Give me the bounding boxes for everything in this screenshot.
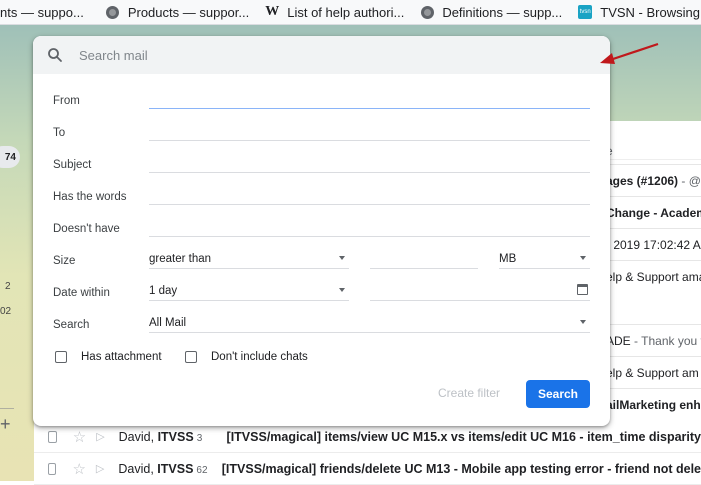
bookmark-item[interactable]: W List of help authori... <box>265 4 405 20</box>
email-sender: David, ITVSS 62 <box>118 461 208 476</box>
email-row-partial[interactable]: ADE - Thank you fo <box>606 334 701 348</box>
star-icon[interactable]: ☆ <box>73 428 86 446</box>
has-attachment-label: Has attachment <box>81 351 162 363</box>
bookmark-item[interactable]: tvsn TVSN - Browsing D... <box>578 5 701 20</box>
dont-include-chats-checkbox[interactable] <box>185 351 197 363</box>
subject-label: Subject <box>53 159 92 171</box>
label-count: 2 <box>5 281 11 292</box>
doesnt-have-label: Doesn't have <box>53 223 120 235</box>
divider <box>0 408 14 409</box>
advanced-search-dialog: From To Subject Has the words Doesn't ha… <box>33 36 610 426</box>
search-button[interactable]: Search <box>526 380 590 408</box>
globe-icon <box>420 5 434 19</box>
globe-icon <box>106 5 120 19</box>
bookmark-label: Definitions — supp... <box>442 4 563 20</box>
has-words-field[interactable] <box>149 186 590 205</box>
create-filter-button[interactable]: Create filter <box>438 386 500 400</box>
calendar-icon[interactable] <box>577 284 588 295</box>
to-label: To <box>53 127 66 139</box>
important-marker-icon[interactable]: ▷ <box>96 430 104 443</box>
chevron-down-icon <box>339 288 345 292</box>
to-field[interactable] <box>149 122 590 141</box>
search-bar <box>33 36 610 74</box>
dont-include-chats-label: Don't include chats <box>211 351 308 363</box>
size-unit-select[interactable]: MB <box>499 250 590 269</box>
bookmark-item[interactable]: Definitions — supp... <box>420 5 562 20</box>
bookmark-item[interactable]: Products — suppor... <box>106 5 249 20</box>
email-row-partial[interactable]: elp & Support am <box>606 366 699 380</box>
bookmarks-bar: nts — suppo... Products — suppor... W Li… <box>0 0 701 25</box>
date-within-select[interactable]: 1 day <box>149 282 349 301</box>
has-attachment-checkbox[interactable] <box>55 351 67 363</box>
size-label: Size <box>53 255 76 267</box>
email-row-partial[interactable]: elp & Support ama <box>606 270 701 284</box>
size-value-field[interactable] <box>370 250 478 269</box>
from-label: From <box>53 95 80 107</box>
search-in-label: Search <box>53 319 90 331</box>
bookmark-label: List of help authori... <box>287 4 405 20</box>
email-row-partial[interactable]: ailMarketing enha <box>606 398 701 412</box>
star-icon[interactable]: ☆ <box>72 460 85 478</box>
wikipedia-icon: W <box>265 4 280 19</box>
chevron-down-icon <box>580 320 586 324</box>
email-row-partial[interactable]: ) 2019 17:02:42 AE <box>606 238 701 252</box>
email-sender: David, ITVSS 3 <box>118 429 203 444</box>
search-icon[interactable] <box>47 47 63 63</box>
from-field[interactable] <box>149 90 590 109</box>
bookmark-label: Products — suppor... <box>127 4 250 20</box>
chevron-down-icon <box>339 256 345 260</box>
email-subject: [ITVSS/magical] friends/delete UC M13 - … <box>221 461 701 476</box>
date-field[interactable] <box>370 282 590 301</box>
email-subject: [ITVSS/magical] items/view UC M15.x vs i… <box>226 429 701 444</box>
chevron-down-icon <box>580 256 586 260</box>
search-input[interactable] <box>77 46 581 64</box>
add-label-icon[interactable]: + <box>0 414 11 435</box>
tvsn-icon: tvsn <box>578 5 593 19</box>
row-checkbox[interactable] <box>48 430 57 443</box>
email-row-partial[interactable]: ages (#1206) - @d <box>606 174 701 188</box>
bookmark-label: nts — suppo... <box>0 4 84 20</box>
size-operator-select[interactable]: greater than <box>149 250 349 269</box>
bookmark-label: TVSN - Browsing D... <box>600 4 701 20</box>
important-marker-icon[interactable]: ▷ <box>96 462 104 475</box>
doesnt-have-field[interactable] <box>149 218 590 237</box>
annotation-arrow-icon <box>600 42 659 64</box>
bookmark-item[interactable]: nts — suppo... <box>0 5 84 20</box>
email-row-partial[interactable]: Change - Academi <box>606 206 701 220</box>
label-count: 02 <box>0 306 12 317</box>
row-checkbox[interactable] <box>48 462 57 475</box>
has-words-label: Has the words <box>53 191 127 203</box>
subject-field[interactable] <box>149 154 590 173</box>
date-within-label: Date within <box>53 287 110 299</box>
search-in-select[interactable]: All Mail <box>149 314 590 333</box>
email-row[interactable]: ☆ ▷ David, ITVSS 62 [ITVSS/magical] frien… <box>34 453 701 485</box>
